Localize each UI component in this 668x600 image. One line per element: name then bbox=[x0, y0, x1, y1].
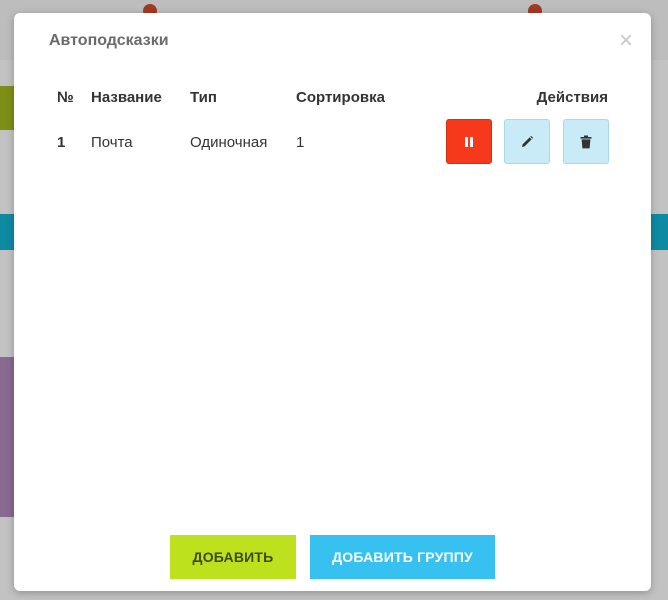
row-name: Почта bbox=[91, 134, 133, 151]
header-num: № bbox=[57, 89, 74, 106]
row-sort: 1 bbox=[296, 134, 305, 151]
autosuggest-modal: Автоподсказки × № Название Тип Сортировк… bbox=[14, 13, 651, 591]
header-sort: Сортировка bbox=[296, 89, 385, 106]
trash-icon bbox=[580, 135, 592, 148]
row-num: 1 bbox=[57, 134, 66, 151]
row-type: Одиночная bbox=[190, 134, 268, 151]
header-actions: Действия bbox=[536, 89, 608, 106]
modal-title: Автоподсказки bbox=[49, 32, 169, 49]
edit-button[interactable] bbox=[504, 119, 550, 164]
close-icon[interactable]: × bbox=[619, 29, 633, 53]
pencil-icon bbox=[522, 135, 534, 147]
header-name: Название bbox=[91, 89, 162, 106]
table-row: 1 Почта Одиночная 1 bbox=[14, 119, 651, 165]
header-type: Тип bbox=[190, 89, 217, 106]
add-button[interactable]: ДОБАВИТЬ bbox=[170, 535, 296, 579]
pause-button[interactable] bbox=[446, 119, 492, 164]
pause-icon bbox=[465, 136, 473, 147]
add-group-button[interactable]: ДОБАВИТЬ ГРУППУ bbox=[310, 535, 495, 579]
delete-button[interactable] bbox=[563, 119, 609, 164]
